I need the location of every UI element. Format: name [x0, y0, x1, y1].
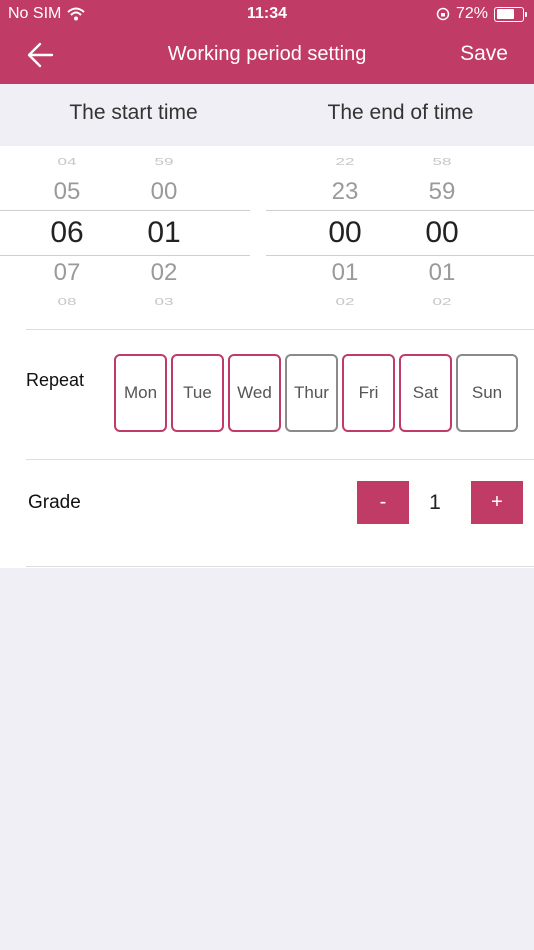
wheel-option: 02 [150, 259, 178, 286]
end-hour-selected: 00 [328, 216, 362, 249]
divider [26, 329, 534, 330]
settings-panel: 04 05 06 07 08 59 00 01 02 03 22 23 00 0… [0, 146, 534, 568]
wheel-option: 02 [432, 296, 452, 308]
wheel-option: 58 [432, 156, 452, 168]
save-button[interactable]: Save [460, 42, 508, 66]
wheel-option: 00 [150, 178, 178, 205]
time-header: The start time The end of time [0, 84, 534, 146]
wheel-option: 01 [331, 259, 359, 286]
start-minute-selected: 01 [147, 216, 181, 249]
repeat-label: Repeat [26, 370, 85, 390]
day-toggle-sat[interactable]: Sat [399, 354, 452, 432]
day-toggle-fri[interactable]: Fri [342, 354, 395, 432]
wheel-option: 05 [53, 178, 81, 205]
wheel-option: 08 [57, 296, 77, 308]
wheel-option: 22 [335, 156, 355, 168]
battery-fill [496, 9, 514, 19]
grade-decrement-button[interactable]: - [357, 481, 409, 524]
end-time-label: The end of time [327, 101, 474, 124]
start-hour-selected: 06 [50, 216, 84, 249]
wheel-option: 02 [335, 296, 355, 308]
wheel-option: 59 [154, 156, 174, 168]
start-hour-wheel[interactable]: 04 05 06 07 08 [22, 146, 112, 316]
status-right: 72% [436, 5, 527, 23]
end-time-picker[interactable]: 22 23 00 01 02 58 59 00 01 02 [266, 146, 534, 316]
nav-bar: Working period setting Save [0, 28, 534, 84]
wheel-option: 04 [57, 156, 77, 168]
page-title: Working period setting [167, 43, 367, 65]
battery-icon [494, 6, 527, 22]
battery-percent: 72% [455, 5, 488, 22]
divider [26, 459, 534, 460]
end-minute-wheel[interactable]: 58 59 00 01 02 [397, 146, 487, 316]
end-hour-wheel[interactable]: 22 23 00 01 02 [300, 146, 390, 316]
day-toggle-thur[interactable]: Thur [285, 354, 338, 432]
day-toggle-mon[interactable]: Mon [114, 354, 167, 432]
day-toggle-tue[interactable]: Tue [171, 354, 224, 432]
wheel-option: 59 [428, 178, 456, 205]
status-bar: No SIM 11:34 72% [0, 0, 534, 28]
wheel-option: 03 [154, 296, 174, 308]
grade-value: 1 [429, 491, 441, 514]
grade-label: Grade [28, 492, 81, 513]
start-time-picker[interactable]: 04 05 06 07 08 59 00 01 02 03 [0, 146, 250, 316]
day-toggle-sun[interactable]: Sun [456, 354, 518, 432]
orientation-lock-icon [436, 7, 450, 21]
start-minute-wheel[interactable]: 59 00 01 02 03 [119, 146, 209, 316]
wheel-option: 07 [53, 259, 81, 286]
day-toggle-wed[interactable]: Wed [228, 354, 281, 432]
top-bar: No SIM 11:34 72% Working period setting … [0, 0, 534, 84]
start-time-label: The start time [69, 101, 198, 124]
wheel-option: 01 [428, 259, 456, 286]
grade-increment-button[interactable]: + [471, 481, 523, 524]
divider [26, 566, 534, 567]
wheel-option: 23 [331, 178, 359, 205]
end-minute-selected: 00 [425, 216, 459, 249]
